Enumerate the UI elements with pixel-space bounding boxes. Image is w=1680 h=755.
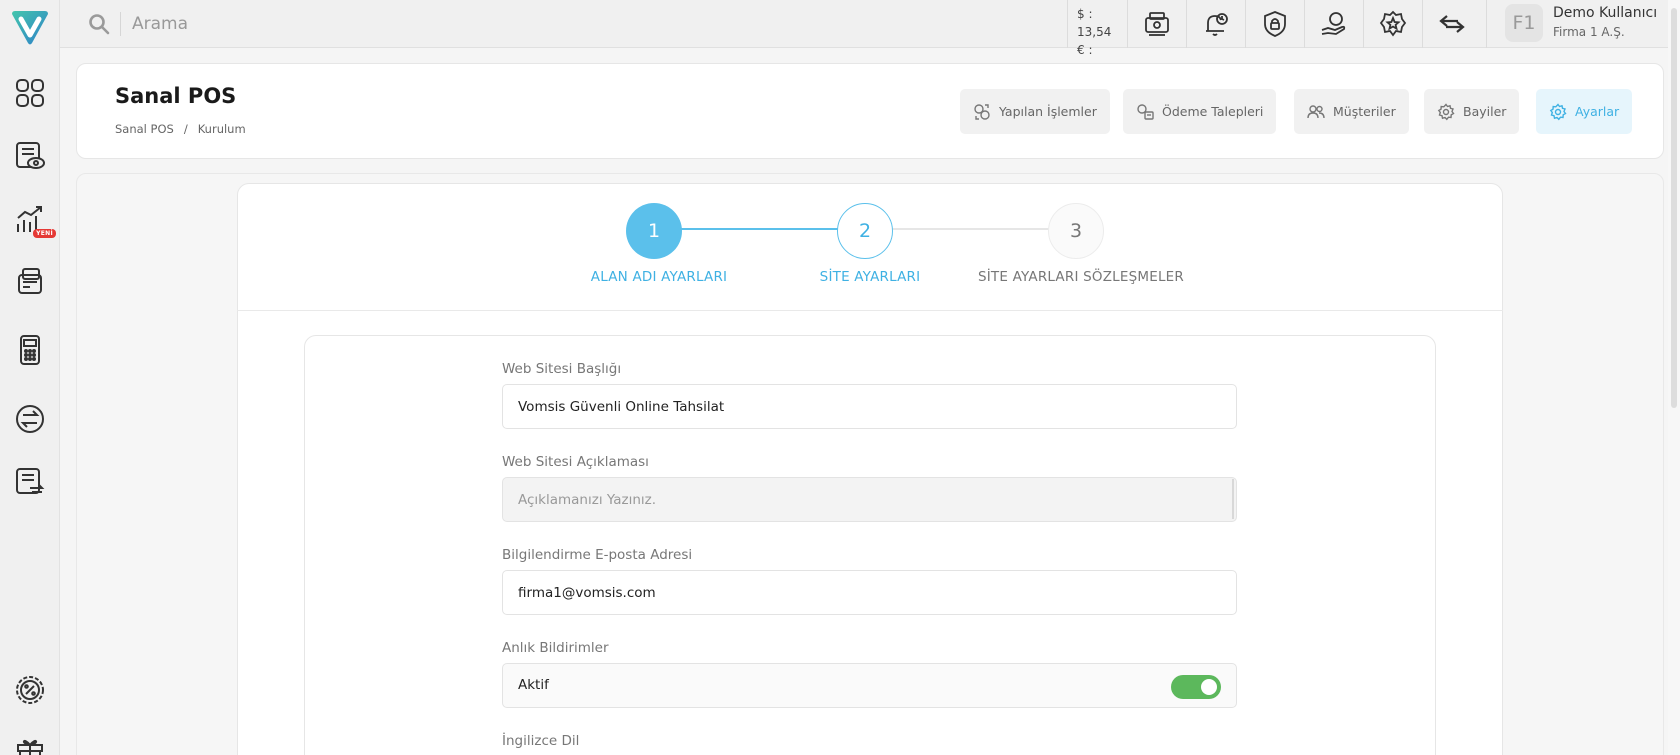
search-input[interactable] [132, 10, 632, 38]
customers-button[interactable]: Müşteriler [1294, 89, 1409, 134]
site-description-label: Web Sitesi Açıklaması [502, 454, 649, 470]
settings-label: Ayarlar [1575, 104, 1620, 119]
search-separator [120, 12, 121, 36]
payment-requests-button[interactable]: Ödeme Talepleri [1123, 89, 1277, 134]
step-2-label: SİTE AYARLARI [819, 269, 921, 285]
payment-requests-label: Ödeme Talepleri [1162, 104, 1264, 119]
stepper-divider [237, 310, 1503, 311]
gear-icon [1549, 102, 1567, 120]
page-scrollbar[interactable] [1668, 0, 1680, 755]
page-title: Sanal POS [115, 84, 237, 108]
notifications-label: Anlık Bildirimler [502, 640, 609, 656]
breadcrumb-item-kurulum: Kurulum [197, 122, 246, 136]
chart-growth-icon[interactable]: YENİ [12, 202, 56, 238]
avatar: F1 [1505, 4, 1543, 42]
email-input[interactable] [502, 570, 1237, 615]
transactions-button[interactable]: Yapılan İşlemler [960, 89, 1110, 134]
scrollbar-thumb[interactable] [1671, 8, 1677, 408]
dashboard-grid-icon[interactable] [12, 75, 48, 111]
step-3-label: SİTE AYARLARI SÖZLEŞMELER [977, 269, 1184, 285]
payment-request-icon [1137, 103, 1154, 120]
breadcrumb-separator: / [183, 122, 188, 136]
breadcrumb-item-sanal-pos[interactable]: Sanal POS [115, 122, 174, 136]
transactions-label: Yapılan İşlemler [999, 104, 1097, 119]
step-3-number: 3 [1069, 220, 1083, 242]
textarea-resize-handle[interactable] [1230, 479, 1234, 519]
users-icon [1307, 104, 1325, 118]
site-title-label: Web Sitesi Başlığı [502, 361, 622, 377]
page-header: Sanal POS Sanal POS / Kurulum Yapılan İş… [76, 63, 1664, 159]
pos-terminal-icon[interactable] [12, 332, 48, 368]
step-3-circle[interactable]: 3 [1048, 203, 1104, 259]
step-2-number: 2 [858, 220, 872, 242]
star-badge-icon[interactable] [1363, 0, 1422, 48]
card-stack-icon[interactable] [12, 263, 48, 299]
dealers-label: Bayiler [1463, 104, 1507, 119]
user-menu[interactable]: F1 Demo Kullanıcı Firma 1 A.Ş. [1486, 0, 1680, 48]
list-eye-icon[interactable] [12, 138, 48, 174]
notifications-status: Aktif [518, 677, 549, 693]
document-transfer-icon[interactable] [12, 464, 48, 500]
user-name: Demo Kullanıcı [1553, 5, 1658, 21]
percent-badge-icon[interactable] [12, 672, 48, 708]
breadcrumb: Sanal POS / Kurulum [115, 122, 246, 136]
english-language-label: İngilizce Dil [502, 733, 580, 749]
currency-rates: $ : 13,54 € : 15,52 [1067, 0, 1127, 75]
email-label: Bilgilendirme E-posta Adresi [502, 547, 693, 563]
new-badge: YENİ [33, 229, 56, 238]
customers-label: Müşteriler [1333, 104, 1396, 119]
transfer-arrows-icon[interactable] [1422, 0, 1481, 48]
notifications-toggle[interactable] [1171, 675, 1221, 699]
top-bar: $ : 13,54 € : 15,52 F1 Demo Kullanıcı Fi… [60, 0, 1680, 75]
user-company: Firma 1 A.Ş. [1553, 25, 1625, 39]
lock-shield-icon[interactable] [1245, 0, 1304, 48]
stepper-line-1 [680, 228, 838, 230]
gear-icon [1437, 102, 1455, 120]
notification-clock-icon[interactable] [1186, 0, 1245, 48]
usd-rate: $ : 13,54 [1077, 7, 1112, 39]
site-description-textarea[interactable] [502, 477, 1237, 522]
settings-button[interactable]: Ayarlar [1536, 89, 1633, 134]
hand-money-icon[interactable] [1304, 0, 1363, 48]
toggle-knob [1201, 679, 1217, 695]
step-1-circle[interactable]: 1 [626, 203, 682, 259]
step-2-circle[interactable]: 2 [837, 203, 893, 259]
step-1-number: 1 [647, 220, 661, 242]
step-1-label: ALAN ADI AYARLARI [590, 269, 728, 285]
gift-icon[interactable] [12, 733, 48, 755]
vomsis-logo-icon[interactable] [8, 8, 52, 48]
pos-device-icon[interactable] [1127, 0, 1186, 48]
stepper-line-2 [891, 228, 1049, 230]
sidebar: YENİ [0, 0, 60, 755]
search-icon[interactable] [88, 13, 110, 35]
coins-exchange-icon [974, 103, 990, 120]
exchange-circle-icon[interactable] [12, 401, 48, 437]
site-title-input[interactable] [502, 384, 1237, 429]
dealers-button[interactable]: Bayiler [1424, 89, 1520, 134]
notifications-row: Aktif [502, 663, 1237, 708]
